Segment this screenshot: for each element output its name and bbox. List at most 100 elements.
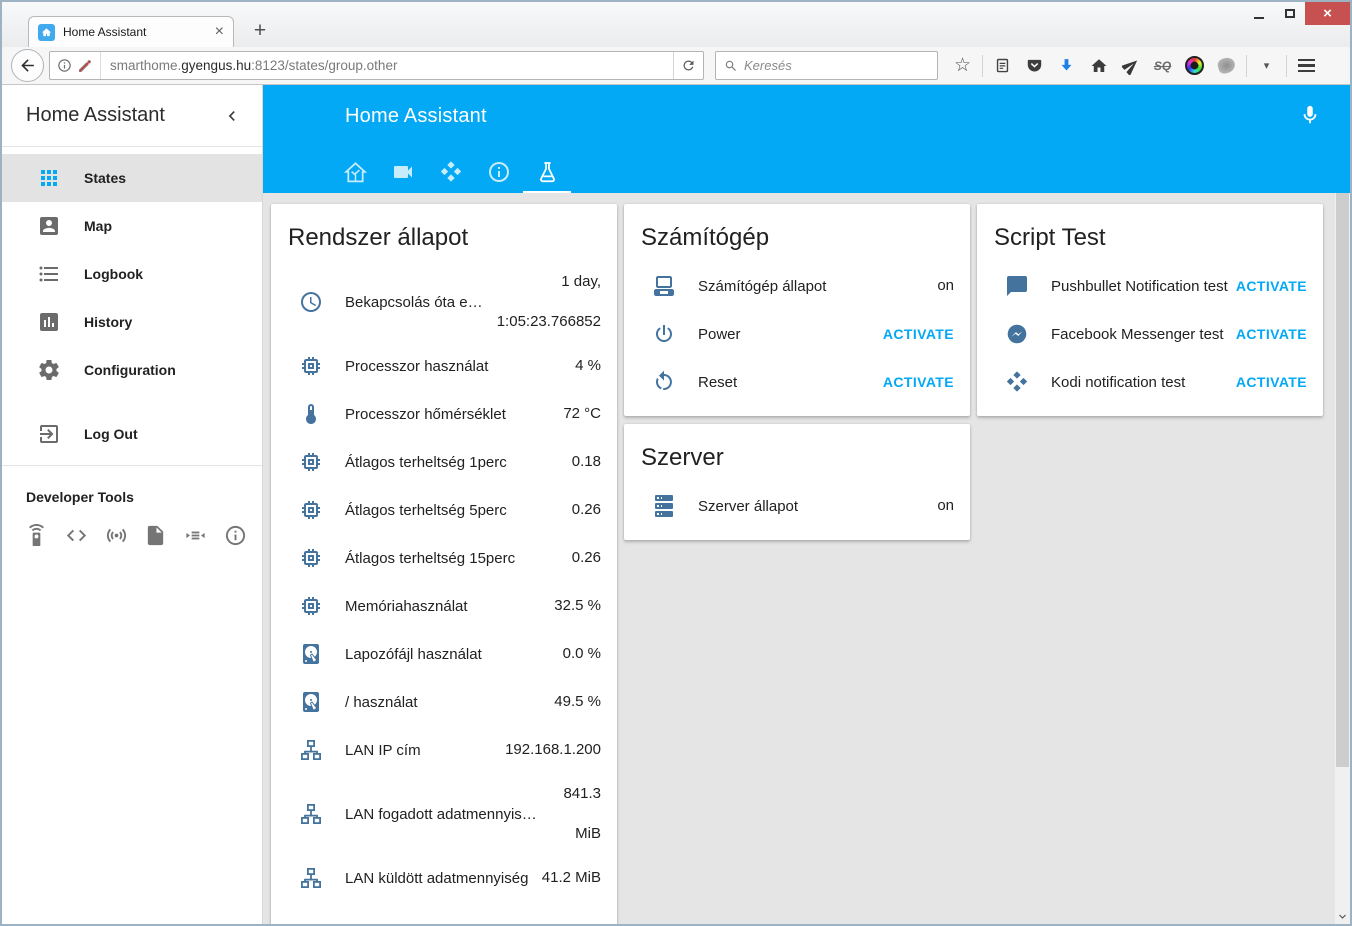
menu-hamburger-icon[interactable] — [1291, 51, 1322, 81]
overflow-caret-icon[interactable]: ▾ — [1251, 51, 1282, 81]
file-code-icon[interactable] — [144, 524, 167, 547]
entity-name: Lapozófájl használat — [345, 646, 555, 663]
colorwheel-icon — [1185, 56, 1204, 75]
scrollbar-thumb[interactable] — [1336, 193, 1349, 767]
close-button[interactable]: × — [1305, 2, 1350, 25]
reload-icon — [681, 58, 696, 73]
pocket-icon[interactable] — [1019, 51, 1050, 81]
tab-info[interactable] — [475, 153, 523, 193]
mqtt-icon[interactable] — [184, 524, 207, 547]
entity-value: 192.168.1.200 — [505, 730, 601, 770]
access-point-icon[interactable] — [105, 524, 128, 547]
tab-close-icon[interactable]: × — [215, 24, 224, 40]
browser-tab[interactable]: Home Assistant × — [28, 16, 234, 47]
window-controls: × — [1243, 2, 1350, 25]
sidebar-item-configuration[interactable]: Configuration — [2, 346, 262, 394]
send-plane-icon[interactable] — [1115, 51, 1146, 81]
tab-cameras[interactable] — [379, 153, 427, 193]
download-icon[interactable] — [1051, 51, 1082, 81]
activate-button[interactable]: ACTIVATE — [883, 326, 954, 342]
entity-name: Facebook Messenger test — [1051, 326, 1228, 343]
activate-button[interactable]: ACTIVATE — [1236, 326, 1307, 342]
thermometer-icon — [299, 402, 323, 426]
entity-name: Szerver állapot — [698, 498, 929, 515]
back-button[interactable] — [11, 49, 44, 82]
bookmark-star-icon[interactable]: ☆ — [947, 51, 978, 81]
entity-row[interactable]: Átlagos terheltség 15perc 0.26 — [271, 534, 617, 582]
page-info-icon[interactable] — [57, 58, 72, 73]
cards-column-2: Számítógép Számítógép állapot on Power — [624, 204, 970, 924]
entity-row[interactable]: Memóriahasználat 32.5 % — [271, 582, 617, 630]
entity-row[interactable]: Átlagos terheltség 1perc 0.18 — [271, 438, 617, 486]
entity-row[interactable]: Átlagos terheltség 5perc 0.26 — [271, 486, 617, 534]
entity-row[interactable]: Reset ACTIVATE — [624, 358, 970, 406]
fuzzy-extension-icon[interactable] — [1211, 51, 1242, 81]
sidebar-item-history[interactable]: History — [2, 298, 262, 346]
blocked-editor-icon[interactable] — [77, 58, 93, 74]
entity-row[interactable]: Facebook Messenger test ACTIVATE — [977, 310, 1323, 358]
entity-row[interactable]: LAN fogadott adatmennyis… 841.3 MiB — [271, 774, 617, 854]
card-title: Szerver — [624, 424, 970, 478]
entity-name: LAN IP cím — [345, 742, 497, 759]
activate-button[interactable]: ACTIVATE — [883, 374, 954, 390]
entity-name: Power — [698, 326, 875, 343]
remote-icon[interactable] — [25, 524, 48, 547]
bookmarks-panel-icon[interactable] — [987, 51, 1018, 81]
entity-row[interactable]: Power ACTIVATE — [624, 310, 970, 358]
home-assistant-favicon — [38, 24, 55, 41]
entity-name: Kodi notification test — [1051, 374, 1228, 391]
entity-name: LAN fogadott adatmennyis… — [345, 806, 555, 823]
entity-row[interactable]: Szerver állapot on — [624, 482, 970, 530]
info-outline-icon[interactable] — [224, 524, 247, 547]
entity-row[interactable]: Pushbullet Notification test ACTIVATE — [977, 262, 1323, 310]
maximize-button[interactable] — [1274, 2, 1305, 25]
activate-button[interactable]: ACTIVATE — [1236, 374, 1307, 390]
entity-row[interactable]: Processzor használat 4 % — [271, 342, 617, 390]
tab-other[interactable] — [523, 153, 571, 193]
toolbar-separator — [982, 55, 983, 77]
url-bar[interactable]: smarthome.gyengus.hu:8123/states/group.o… — [49, 51, 704, 80]
collapse-chevron-icon[interactable] — [222, 106, 242, 126]
entity-row[interactable]: Processzor hőmérséklet 72 °C — [271, 390, 617, 438]
sidebar-item-logbook[interactable]: Logbook — [2, 250, 262, 298]
sq-extension-icon[interactable]: SQ — [1147, 51, 1178, 81]
colorwheel-extension-icon[interactable] — [1179, 51, 1210, 81]
reload-button[interactable] — [673, 52, 703, 79]
desktop-icon — [652, 274, 676, 298]
microphone-icon[interactable] — [1299, 104, 1321, 126]
activate-button[interactable]: ACTIVATE — [1236, 278, 1307, 294]
entity-row[interactable]: Kodi notification test ACTIVATE — [977, 358, 1323, 406]
home-assistant-logo-icon — [343, 160, 368, 185]
home-icon[interactable] — [1083, 51, 1114, 81]
tab-kodi[interactable] — [427, 153, 475, 193]
page-scrollbar[interactable] — [1335, 193, 1350, 924]
search-bar[interactable] — [715, 51, 938, 80]
minimize-button[interactable] — [1243, 2, 1274, 25]
tab-home[interactable] — [331, 153, 379, 193]
browser-window: Home Assistant × + × smarthome.gyengus.h… — [0, 0, 1352, 926]
new-tab-button[interactable]: + — [246, 19, 274, 43]
arrow-left-icon — [18, 56, 37, 75]
search-input[interactable] — [744, 58, 929, 73]
sidebar-item-label: Log Out — [84, 426, 138, 442]
entity-row[interactable]: / használat 49.5 % — [271, 678, 617, 726]
sidebar-item-states[interactable]: States — [2, 154, 262, 202]
card-rows: Pushbullet Notification test ACTIVATE Fa… — [977, 258, 1323, 416]
entity-row[interactable]: Számítógép állapot on — [624, 262, 970, 310]
entity-row[interactable]: Lapozófájl használat 0.0 % — [271, 630, 617, 678]
sidebar-item-logout[interactable]: Log Out — [2, 410, 262, 458]
scrollbar-down-button[interactable] — [1335, 908, 1350, 924]
card-rows: Bekapcsolás óta e… 1 day, 1:05:23.766852… — [271, 258, 617, 912]
sidebar-item-map[interactable]: Map — [2, 202, 262, 250]
entity-row[interactable]: LAN IP cím 192.168.1.200 — [271, 726, 617, 774]
lan-icon — [299, 866, 323, 890]
entity-row[interactable]: Bekapcsolás óta e… 1 day, 1:05:23.766852 — [271, 262, 617, 342]
code-tags-icon[interactable] — [65, 524, 88, 547]
toolbar-icons: ☆ SQ ▾ — [947, 51, 1322, 81]
browser-navbar: smarthome.gyengus.hu:8123/states/group.o… — [2, 47, 1350, 85]
page-info-area — [50, 52, 101, 79]
entity-row[interactable]: LAN küldött adatmennyiség 41.2 MiB — [271, 854, 617, 902]
lan-icon — [299, 802, 323, 826]
view-grid-icon — [37, 166, 61, 190]
url-text[interactable]: smarthome.gyengus.hu:8123/states/group.o… — [101, 58, 673, 73]
